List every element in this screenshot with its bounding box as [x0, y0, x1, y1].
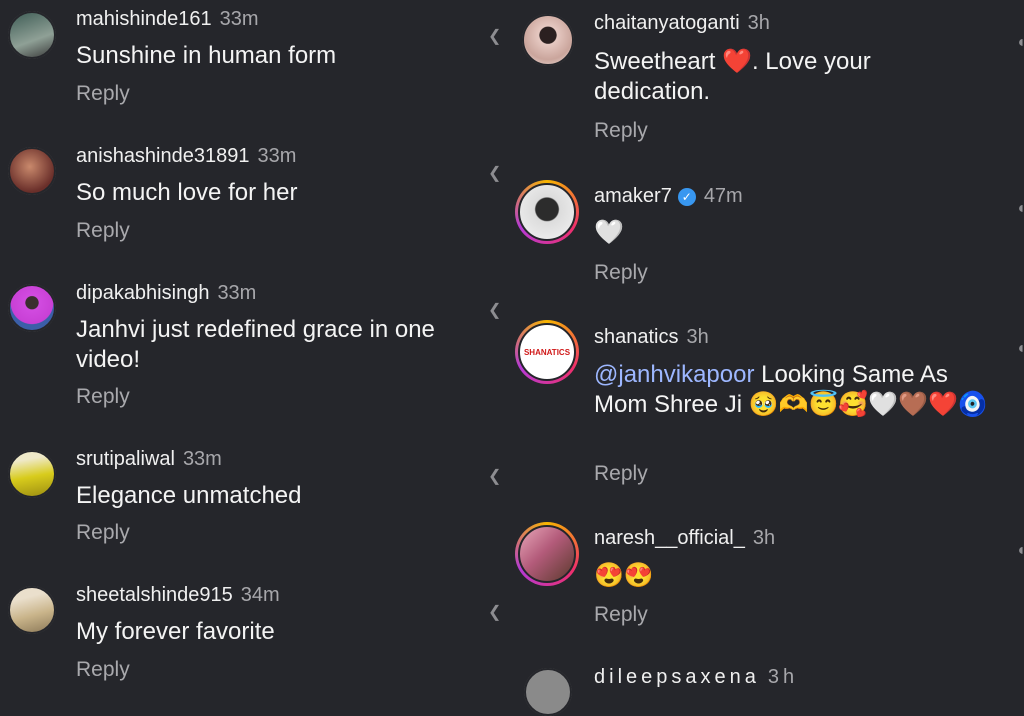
like-icon[interactable]: ❮ — [488, 466, 501, 486]
avatar-story-ring[interactable] — [515, 180, 579, 244]
comment-time: 33m — [182, 448, 222, 470]
avatar-image — [8, 284, 56, 332]
avatar[interactable] — [524, 668, 572, 716]
comment-text: So much love for her — [76, 179, 298, 206]
avatar-image — [8, 11, 56, 59]
comment-time: 3h — [686, 326, 709, 348]
comment-username[interactable]: chaitanyatoganti 3h — [594, 12, 770, 35]
like-icon[interactable]: ◖ — [1016, 200, 1024, 218]
comment-text: @janhvikapoor Looking Same As Mom Shree … — [594, 360, 994, 420]
comment-username[interactable]: mahishinde161 33m — [76, 8, 259, 31]
username-text[interactable]: dileepsaxena — [594, 666, 760, 688]
comment-username[interactable]: dileepsaxena 3h — [594, 666, 798, 689]
comment-username[interactable]: dipakabhisingh 33m — [76, 282, 256, 305]
avatar[interactable] — [8, 284, 56, 332]
comment-time: 3h — [747, 12, 770, 34]
reply-button[interactable]: Reply — [594, 603, 648, 627]
username-text[interactable]: anishashinde31891 — [76, 145, 250, 167]
comment-time: 3h — [752, 527, 776, 549]
avatar-logo-text: SHANATICS — [523, 347, 571, 357]
like-icon[interactable]: ❮ — [488, 300, 501, 320]
comment-text: 🤍 — [594, 219, 624, 246]
like-icon[interactable]: ❮ — [488, 602, 501, 622]
mention-link[interactable]: @janhvikapoor — [594, 361, 754, 388]
reply-button[interactable]: Reply — [76, 658, 130, 682]
comment-time: 33m — [217, 282, 257, 304]
username-text[interactable]: dipakabhisingh — [76, 282, 209, 304]
comment-username[interactable]: amaker7 ✓ 47m — [594, 185, 743, 208]
avatar-image: SHANATICS — [518, 323, 576, 381]
verified-badge-icon: ✓ — [677, 187, 696, 206]
avatar-image — [524, 668, 572, 716]
comment-username[interactable]: anishashinde31891 33m — [76, 145, 296, 168]
like-icon[interactable]: ❮ — [488, 163, 501, 183]
comment-username[interactable]: shanatics 3h — [594, 326, 709, 349]
like-icon[interactable]: ◖ — [1016, 340, 1024, 358]
username-text[interactable]: naresh__official_ — [594, 527, 745, 549]
comment-time: 47m — [703, 185, 743, 207]
reply-button[interactable]: Reply — [76, 82, 130, 106]
comment-text: My forever favorite — [76, 618, 275, 645]
like-icon[interactable]: ❮ — [488, 26, 501, 46]
avatar[interactable] — [8, 586, 56, 634]
avatar-image — [522, 14, 574, 66]
avatar-image — [518, 525, 576, 583]
comment-username[interactable]: sheetalshinde915 34m — [76, 584, 280, 607]
avatar-image — [8, 450, 56, 498]
username-text[interactable]: mahishinde161 — [76, 8, 212, 30]
reply-button[interactable]: Reply — [76, 219, 130, 243]
username-text[interactable]: chaitanyatoganti — [594, 12, 740, 34]
reply-button[interactable]: Reply — [594, 119, 648, 143]
reply-button[interactable]: Reply — [594, 462, 648, 486]
reply-button[interactable]: Reply — [76, 521, 130, 545]
comment-text: Janhvi just redefined grace in one video… — [76, 316, 435, 373]
username-text[interactable]: shanatics — [594, 326, 679, 348]
avatar[interactable] — [8, 147, 56, 195]
avatar-story-ring[interactable] — [515, 522, 579, 586]
avatar-image — [8, 586, 56, 634]
username-text[interactable]: sheetalshinde915 — [76, 584, 233, 606]
avatar-image — [518, 183, 576, 241]
comment-text: 😍😍 — [594, 562, 654, 589]
like-icon[interactable]: ◖ — [1016, 34, 1024, 52]
reply-button[interactable]: Reply — [76, 385, 130, 409]
comment-username[interactable]: naresh__official_ 3h — [594, 527, 775, 550]
comment-time: 34m — [240, 584, 280, 606]
comment-time: 3h — [767, 666, 799, 688]
avatar[interactable] — [8, 450, 56, 498]
avatar[interactable] — [522, 14, 574, 66]
comment-time: 33m — [257, 145, 297, 167]
reply-button[interactable]: Reply — [594, 261, 648, 285]
avatar[interactable] — [8, 11, 56, 59]
username-text[interactable]: amaker7 — [594, 185, 672, 207]
comment-username[interactable]: srutipaliwal 33m — [76, 448, 222, 471]
comment-time: 33m — [219, 8, 259, 30]
avatar-image — [8, 147, 56, 195]
avatar-story-ring[interactable]: SHANATICS — [515, 320, 579, 384]
comment-text: Sunshine in human form — [76, 42, 337, 69]
like-icon[interactable]: ◖ — [1016, 542, 1024, 560]
comment-text: Elegance unmatched — [76, 482, 302, 509]
comment-text: Sweetheart ❤️. Love your dedication. — [594, 48, 871, 105]
username-text[interactable]: srutipaliwal — [76, 448, 175, 470]
